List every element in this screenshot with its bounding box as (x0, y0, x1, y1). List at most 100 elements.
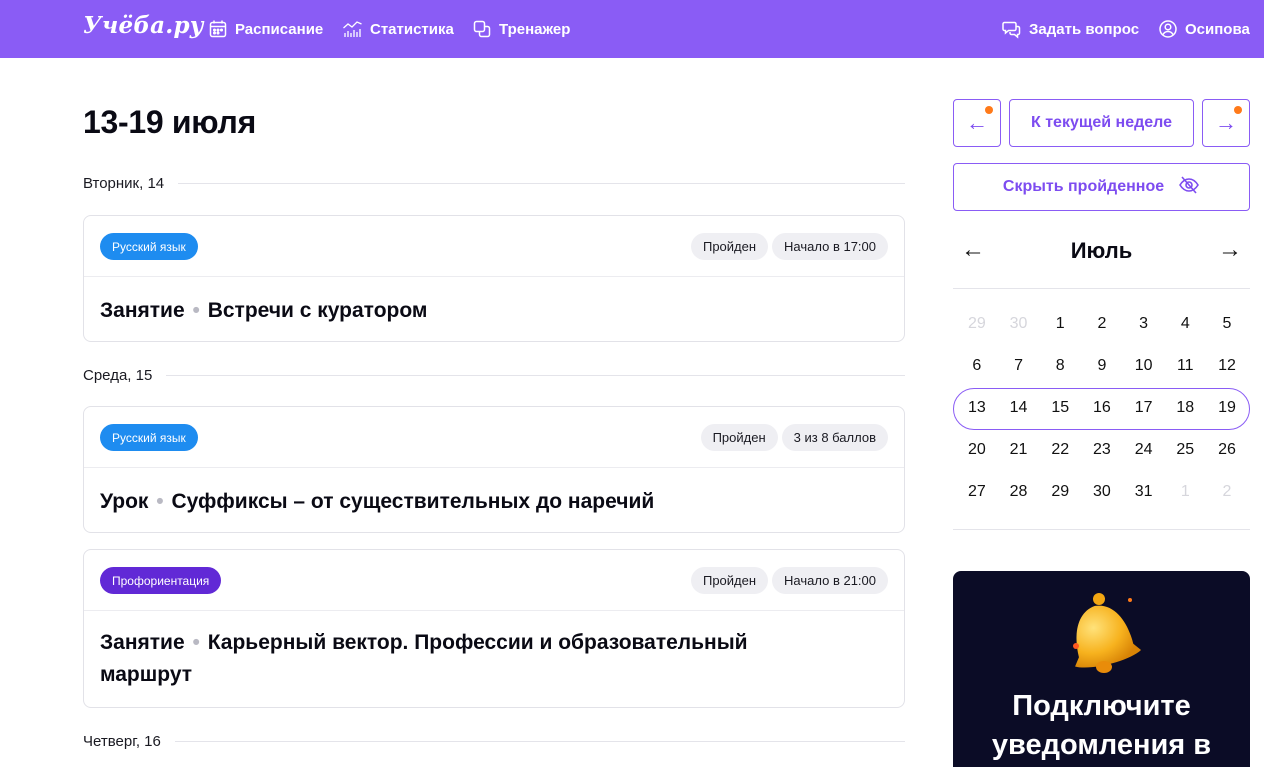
calendar-day[interactable]: 29 (956, 303, 998, 345)
calendar-day[interactable]: 4 (1164, 303, 1206, 345)
item-kind: Урок (100, 490, 149, 513)
calendar-day[interactable]: 22 (1039, 429, 1081, 471)
nav-label: Расписание (235, 20, 324, 38)
schedule-card[interactable]: Русский язык Пройден 3 из 8 баллов Урок … (83, 406, 905, 533)
calendar-month: Июль (1070, 238, 1133, 263)
calendar-day[interactable]: 24 (1123, 429, 1165, 471)
notification-dot (1234, 106, 1242, 114)
calendar-day[interactable]: 1 (1164, 471, 1206, 513)
card-header: Русский язык Пройден 3 из 8 баллов (84, 407, 904, 468)
item-kind: Занятие (100, 299, 185, 322)
calendar-day[interactable]: 18 (1164, 387, 1206, 429)
top-nav: Учёба.ру Расписание Статистика Тренажер … (0, 0, 1264, 58)
calendar-day[interactable]: 5 (1206, 303, 1248, 345)
day-separator: Четверг, 16 (83, 731, 905, 751)
calendar-day[interactable]: 21 (998, 429, 1040, 471)
current-week-label: К текущей неделе (1031, 114, 1172, 131)
nav-label: Тренажер (499, 20, 571, 38)
calendar-day[interactable]: 23 (1081, 429, 1123, 471)
ask-question-label: Задать вопрос (1029, 20, 1140, 38)
hide-completed-button[interactable]: Скрыть пройденное (953, 163, 1250, 211)
calendar-day[interactable]: 17 (1123, 387, 1165, 429)
nav-trainer[interactable]: Тренажер (472, 0, 570, 58)
ask-question-link[interactable]: Задать вопрос (1002, 0, 1139, 58)
calendar-day[interactable]: 1 (1039, 303, 1081, 345)
card-badges: Пройден Начало в 21:00 (690, 567, 888, 594)
calendar-next-button[interactable]: → (1218, 236, 1242, 264)
site-logo[interactable]: Учёба.ру (83, 12, 204, 39)
calendar-day[interactable]: 30 (1081, 471, 1123, 513)
user-menu[interactable]: Осипова (1158, 0, 1250, 58)
calendar-day[interactable]: 8 (1039, 345, 1081, 387)
day-label: Вторник, 14 (83, 174, 165, 192)
calendar-grid: 29 30 1 2 3 4 5 6 7 8 9 10 11 12 13 14 1… (956, 303, 1248, 513)
calendar-day[interactable]: 11 (1164, 345, 1206, 387)
calendar-day[interactable]: 29 (1039, 471, 1081, 513)
time-badge: Начало в 17:00 (772, 233, 888, 260)
card-title[interactable]: Урок • Суффиксы – от существительных до … (84, 468, 904, 536)
calendar-day[interactable]: 13 (956, 387, 998, 429)
subject-tag[interactable]: Русский язык (100, 424, 198, 451)
calendar-day[interactable]: 7 (998, 345, 1040, 387)
user-name: Осипова (1185, 20, 1250, 38)
calendar-day[interactable]: 16 (1081, 387, 1123, 429)
nav-schedule[interactable]: Расписание (208, 0, 323, 58)
notifications-promo[interactable]: Подключите уведомления в (953, 571, 1250, 767)
schedule-card[interactable]: Профориентация Пройден Начало в 21:00 За… (83, 549, 905, 708)
current-week-button[interactable]: К текущей неделе (1009, 99, 1194, 147)
promo-title: Подключите уведомления в (991, 690, 1212, 761)
card-header: Профориентация Пройден Начало в 21:00 (84, 550, 904, 611)
week-title: 13-19 июля (83, 104, 256, 140)
card-title[interactable]: Занятие • Карьерный вектор. Профессии и … (84, 611, 904, 709)
calendar-day[interactable]: 2 (1081, 303, 1123, 345)
status-badge: Пройден (690, 567, 769, 594)
status-badge: Пройден (700, 424, 778, 451)
calendar-day[interactable]: 9 (1081, 345, 1123, 387)
calendar-day[interactable]: 20 (956, 429, 998, 471)
calendar-header: ← Июль → (953, 232, 1250, 272)
arrow-left-icon: ← (966, 110, 988, 135)
calendar-day[interactable]: 12 (1206, 345, 1248, 387)
nav-label: Статистика (370, 20, 454, 38)
time-badge: Начало в 21:00 (772, 567, 888, 594)
calendar-day[interactable]: 31 (1123, 471, 1165, 513)
calendar-day[interactable]: 25 (1164, 429, 1206, 471)
calendar-day[interactable]: 28 (998, 471, 1040, 513)
card-title[interactable]: Занятие • Встречи с куратором (84, 277, 904, 345)
item-kind: Занятие (100, 631, 185, 654)
calendar-week: 6 7 8 9 10 11 12 (956, 345, 1248, 387)
user-icon (1158, 19, 1178, 39)
calendar-day[interactable]: 2 (1206, 471, 1248, 513)
calendar-divider (953, 529, 1250, 530)
calendar-week-selected: 13 14 15 16 17 18 19 (956, 387, 1248, 429)
next-week-button[interactable]: → (1202, 99, 1250, 147)
item-title: Суффиксы – от существительных до наречий (171, 490, 655, 513)
prev-week-button[interactable]: ← (953, 99, 1001, 147)
calendar-day[interactable]: 10 (1123, 345, 1165, 387)
calendar-day[interactable]: 6 (956, 345, 998, 387)
schedule-card[interactable]: Русский язык Пройден Начало в 17:00 Заня… (83, 215, 905, 342)
divider (166, 374, 905, 376)
calendar-day[interactable]: 19 (1206, 387, 1248, 429)
calendar-day[interactable]: 3 (1123, 303, 1165, 345)
card-header: Русский язык Пройден Начало в 17:00 (84, 216, 904, 277)
calendar-week: 27 28 29 30 31 1 2 (956, 471, 1248, 513)
calendar-week: 29 30 1 2 3 4 5 (956, 303, 1248, 345)
divider (174, 740, 905, 742)
calendar-day[interactable]: 15 (1039, 387, 1081, 429)
subject-tag[interactable]: Профориентация (100, 567, 222, 594)
calendar-day[interactable]: 14 (998, 387, 1040, 429)
day-separator: Среда, 15 (83, 365, 905, 385)
separator-dot: • (156, 490, 164, 513)
nav-statistics[interactable]: Статистика (342, 0, 454, 58)
trainer-icon (472, 19, 492, 39)
calendar-day[interactable]: 30 (998, 303, 1040, 345)
subject-tag[interactable]: Русский язык (100, 233, 198, 260)
day-label: Четверг, 16 (83, 732, 161, 750)
separator-dot: • (192, 631, 200, 654)
hide-completed-label: Скрыть пройденное (1002, 178, 1165, 195)
calendar-day[interactable]: 27 (956, 471, 998, 513)
calendar-day[interactable]: 26 (1206, 429, 1248, 471)
calendar-divider (953, 288, 1250, 289)
notification-dot (985, 106, 993, 114)
